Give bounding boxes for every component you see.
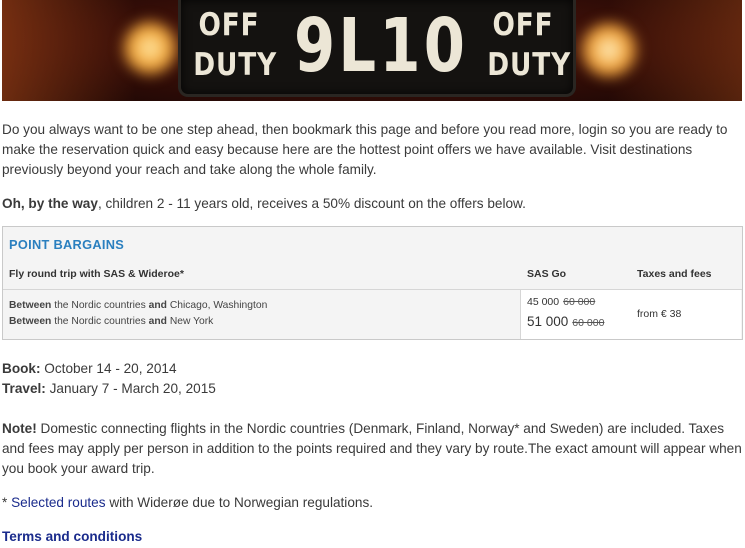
kids-text: , children 2 - 11 years old, receives a … [97,196,526,211]
sas-go-price-cell: 45 000 60 000 51 000 60 000 [520,290,632,339]
price-line: 51 000 60 000 [527,314,604,329]
terms-and-conditions-link[interactable]: Terms and conditions [2,527,142,547]
price-now: 45 000 [527,296,560,308]
route-to: New York [166,316,214,327]
license-plate: OFF DUTY 9L10 OFF DUTY [178,0,576,97]
book-dates: Book: October 14 - 20, 2014 [2,359,177,379]
point-bargains-heading: POINT BARGAINS [9,237,125,252]
travel-label: Travel: [2,381,46,396]
plate-right-bottom-text: DUTY [487,47,572,83]
note-text: Domestic connecting flights in the Nordi… [2,421,742,476]
selected-suffix: with Widerøe due to Norwegian regulation… [105,495,374,510]
taxes-column-header: Taxes and fees [637,268,712,280]
book-label: Book: [2,361,41,376]
children-discount-paragraph: Oh, by the way, children 2 - 11 years ol… [2,194,740,214]
price-now: 51 000 [527,314,569,329]
point-bargains-table: POINT BARGAINS Fly round trip with SAS &… [2,226,743,340]
kids-bold-lead: Oh, by the way [2,196,98,211]
route-column-header: Fly round trip with SAS & Wideroe* [9,268,184,280]
plate-left-top-text: OFF [198,7,260,43]
off-duty-banner-image: OFF DUTY 9L10 OFF DUTY [2,0,742,101]
travel-dates: Travel: January 7 - March 20, 2015 [2,379,216,399]
route-between-label: Between [9,316,52,327]
route-from: the Nordic countries [51,300,149,311]
sas-go-column-header: SAS Go [527,268,567,280]
selected-routes-link[interactable]: Selected routes [11,495,105,510]
route-between-label: Between [9,300,52,311]
plate-right-top-text: OFF [492,7,554,43]
book-value: October 14 - 20, 2014 [40,361,177,376]
route-and-label: and [148,300,167,311]
left-lamp [120,18,180,78]
route-and-label: and [148,316,167,327]
taxes-cell: from € 38 [631,290,741,339]
route-line: Between the Nordic countries and Chicago… [9,300,267,311]
table-row: Between the Nordic countries and Chicago… [3,289,742,339]
price-line: 45 000 60 000 [527,296,595,308]
plate-left-bottom-text: DUTY [193,47,278,83]
travel-value: January 7 - March 20, 2015 [45,381,216,396]
note-label: Note! [2,421,37,436]
fees-value: from € 38 [637,308,682,320]
price-was: 60 000 [572,317,605,329]
selected-prefix: * [2,495,12,510]
plate-number: 9L10 [294,3,469,89]
route-from: the Nordic countries [51,316,149,327]
right-lamp [577,20,641,80]
note-paragraph: Note! Domestic connecting flights in the… [2,419,742,479]
route-to: Chicago, Washington [166,300,268,311]
selected-routes-paragraph: * Selected routes with Widerøe due to No… [2,493,373,513]
route-line: Between the Nordic countries and New Yor… [9,316,213,327]
intro-paragraph: Do you always want to be one step ahead,… [2,122,728,177]
price-was: 60 000 [563,296,596,308]
